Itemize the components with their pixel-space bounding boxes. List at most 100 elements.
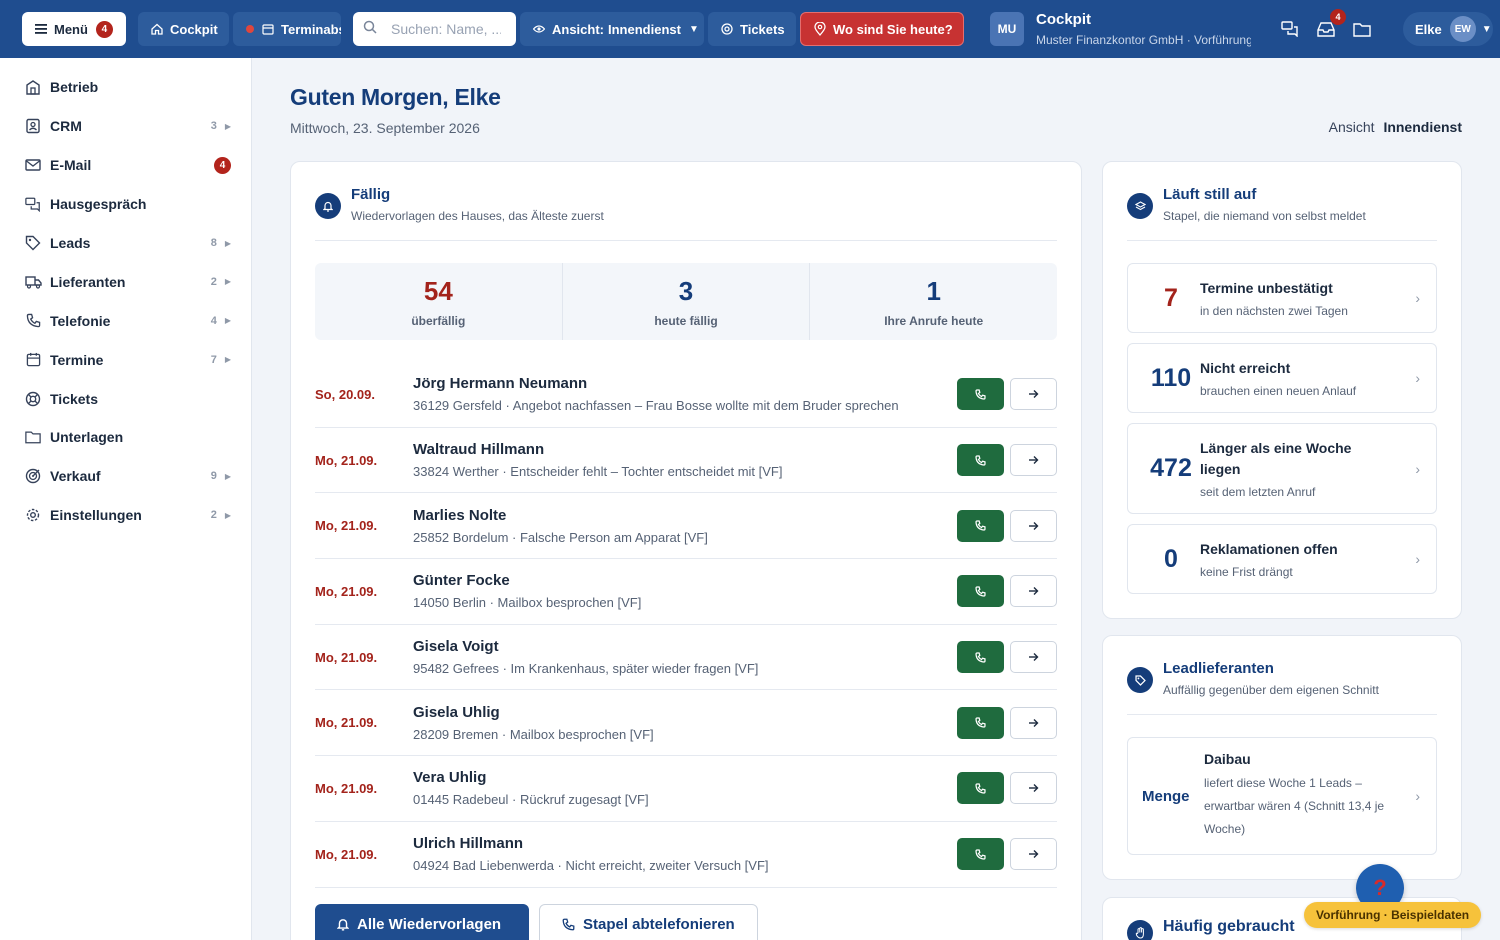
search-box[interactable] <box>353 12 516 46</box>
stat-calls-today[interactable]: 1 Ihre Anrufe heute <box>810 263 1057 340</box>
folder-icon <box>24 430 42 444</box>
inbox-icon[interactable]: 4 <box>1314 9 1346 41</box>
arrow-right-icon <box>1029 850 1039 859</box>
cockpit-button[interactable]: Cockpit <box>138 12 229 46</box>
idle-card: Läuft still auf Stapel, die niemand von … <box>1102 161 1462 619</box>
call-button[interactable] <box>957 772 1004 805</box>
view-switcher[interactable]: Ansicht: Innendienst ▼ <box>520 12 704 46</box>
list-item: Mo, 21.09. Ulrich Hillmann 04924 Bad Lieb… <box>315 822 1057 888</box>
contact-name[interactable]: Waltraud Hillmann <box>413 441 957 458</box>
call-button[interactable] <box>957 575 1004 608</box>
call-button[interactable] <box>957 444 1004 477</box>
terminabsprache-button[interactable]: Terminabsprache <box>233 12 341 46</box>
due-date: Mo, 21.09. <box>315 583 378 599</box>
tickets-label: Tickets <box>740 21 785 37</box>
sidebar-item-lieferanten[interactable]: Lieferanten 2 ▶ <box>0 262 251 301</box>
topbar-icons: 4 <box>1278 9 1386 41</box>
contact-name[interactable]: Jörg Hermann Neumann <box>413 375 957 392</box>
contact-name[interactable]: Vera Uhlig <box>413 769 957 786</box>
contact-detail: 14050 Berlin · Mailbox besprochen [VF] <box>413 595 642 611</box>
chat-icon[interactable] <box>1278 17 1302 41</box>
call-button[interactable] <box>957 509 1004 542</box>
contact-detail: 01445 Radebeul · Rückruf zugesagt [VF] <box>413 792 649 808</box>
contact-detail: 28209 Bremen · Mailbox besprochen [VF] <box>413 726 654 742</box>
search-input[interactable] <box>391 21 501 37</box>
app-subtitle: Muster Finanzkontor GmbH · Vorführung <box>1036 33 1251 47</box>
idle-value: 7 <box>1164 283 1178 312</box>
sidebar-item-tickets[interactable]: Tickets <box>0 379 251 418</box>
stat-due-today[interactable]: 3 heute fällig <box>563 263 811 340</box>
truck-icon <box>24 275 42 289</box>
idle-item-complaints[interactable]: 0 Reklamationen offen keine Frist drängt … <box>1127 524 1437 594</box>
menu-button[interactable]: Menü 4 <box>22 12 126 46</box>
sidebar-item-unterlagen[interactable]: Unterlagen <box>0 418 251 457</box>
chevron-right-icon: › <box>1415 460 1420 477</box>
contact-name[interactable]: Gisela Voigt <box>413 638 957 655</box>
sidebar-item-label: Hausgespräch <box>50 196 147 213</box>
due-date: Mo, 21.09. <box>315 780 378 796</box>
open-button[interactable] <box>1010 641 1057 674</box>
contact-name[interactable]: Marlies Nolte <box>413 507 957 524</box>
location-pin-icon <box>814 22 826 36</box>
phone-icon <box>975 849 986 860</box>
sidebar-item-hausgespraech[interactable]: Hausgespräch <box>0 185 251 224</box>
open-button[interactable] <box>1010 444 1057 477</box>
page-date: Mittwoch, 23. September 2026 <box>290 120 480 136</box>
arrow-right-icon <box>1029 718 1039 727</box>
stat-overdue[interactable]: 54 überfällig <box>315 263 563 340</box>
folder-icon[interactable] <box>1350 17 1374 41</box>
batch-call-button[interactable]: Stapel abtelefonieren <box>539 903 758 940</box>
open-button[interactable] <box>1010 772 1057 805</box>
avatar: EW <box>1449 16 1476 42</box>
bell-icon <box>315 193 341 219</box>
user-menu[interactable]: Elke EW ▼ <box>1403 12 1493 46</box>
sidebar-item-betrieb[interactable]: Betrieb <box>0 68 251 107</box>
tickets-button[interactable]: Tickets <box>708 12 796 46</box>
chevron-right-icon: ▶ <box>224 510 231 520</box>
list-item: Mo, 21.09. Vera Uhlig 01445 Radebeul · Rü… <box>315 756 1057 822</box>
view-switcher-prefix: Ansicht: <box>552 21 604 37</box>
call-button[interactable] <box>957 706 1004 739</box>
open-button[interactable] <box>1010 509 1057 542</box>
idle-subtitle: brauchen einen neuen Anlauf <box>1200 384 1357 398</box>
contact-name[interactable]: Gisela Uhlig <box>413 704 957 721</box>
idle-item-unconfirmed[interactable]: 7 Termine unbestätigt in den nächsten zwe… <box>1127 263 1437 333</box>
all-followups-button[interactable]: Alle Wiedervorlagen <box>315 903 529 940</box>
arrow-right-icon <box>1029 587 1039 596</box>
contacts-icon <box>24 118 42 134</box>
batch-call-label: Stapel abtelefonieren <box>583 916 735 933</box>
sidebar-item-crm[interactable]: CRM 3 ▶ <box>0 107 251 146</box>
phone-icon <box>975 783 986 794</box>
lead-supplier-item[interactable]: Menge Daibau liefert diese Woche 1 Leads… <box>1127 737 1437 855</box>
sidebar-item-termine[interactable]: Termine 7 ▶ <box>0 340 251 379</box>
open-button[interactable] <box>1010 575 1057 608</box>
idle-title: Reklamationen offen <box>1200 541 1338 557</box>
sidebar-item-leads[interactable]: Leads 8 ▶ <box>0 224 251 263</box>
open-button[interactable] <box>1010 378 1057 411</box>
list-item: Mo, 21.09. Gisela Voigt 95482 Gefrees · I… <box>315 625 1057 691</box>
call-button[interactable] <box>957 838 1004 871</box>
sidebar-item-email[interactable]: E-Mail 4 <box>0 146 251 185</box>
due-date: Mo, 21.09. <box>315 518 378 534</box>
sidebar-item-verkauf[interactable]: Verkauf 9 ▶ <box>0 457 251 496</box>
idle-item-over-week[interactable]: 472 Länger als eine Woche liegen seit dem… <box>1127 423 1437 514</box>
chevron-right-icon: › <box>1415 290 1420 306</box>
sidebar-item-label: E-Mail <box>50 157 92 174</box>
open-button[interactable] <box>1010 838 1057 871</box>
stat-label: überfällig <box>411 313 466 328</box>
chevron-right-icon: › <box>1415 551 1420 567</box>
search-icon <box>363 20 377 39</box>
phone-icon <box>975 389 986 400</box>
open-button[interactable] <box>1010 706 1057 739</box>
location-button[interactable]: Wo sind Sie heute? <box>800 12 964 46</box>
idle-value: 0 <box>1164 544 1178 573</box>
call-button[interactable] <box>957 378 1004 411</box>
phone-icon <box>975 652 986 663</box>
contact-name[interactable]: Günter Focke <box>413 572 957 589</box>
idle-item-not-reached[interactable]: 110 Nicht erreicht brauchen einen neuen A… <box>1127 343 1437 413</box>
divider <box>315 240 1057 241</box>
call-button[interactable] <box>957 641 1004 674</box>
contact-name[interactable]: Ulrich Hillmann <box>413 835 957 852</box>
sidebar-item-telefonie[interactable]: Telefonie 4 ▶ <box>0 301 251 340</box>
sidebar-item-einstellungen[interactable]: Einstellungen 2 ▶ <box>0 496 251 535</box>
